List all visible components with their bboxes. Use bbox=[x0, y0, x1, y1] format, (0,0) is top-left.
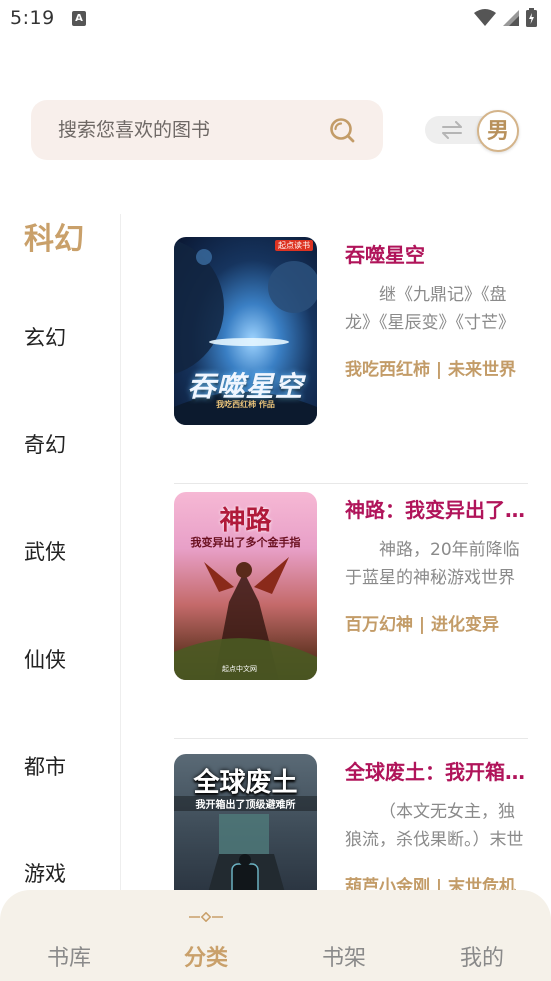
tab-library[interactable]: 书库 bbox=[29, 940, 109, 972]
tab-category[interactable]: 分类 bbox=[166, 940, 246, 972]
category-item-xianxia[interactable]: 仙侠 bbox=[24, 644, 66, 674]
tab-indicator-icon bbox=[189, 912, 223, 922]
search-input[interactable] bbox=[58, 100, 308, 160]
book-description: （本文无女主，独狼流，杀伐果断。）末世 bbox=[345, 802, 524, 850]
category-item-wuxia[interactable]: 武侠 bbox=[24, 536, 66, 566]
book-separator bbox=[174, 483, 528, 484]
category-item-fantasy[interactable]: 奇幻 bbox=[24, 429, 66, 459]
book-card[interactable]: 全球废土 我开箱出了顶级避难所 全球废土：我开箱出了顶级避难所 （本文无女主，独… bbox=[121, 754, 551, 890]
category-item-scifi[interactable]: 科幻 bbox=[24, 214, 84, 258]
book-separator bbox=[174, 738, 528, 739]
cover-title: 全球废土 bbox=[193, 768, 298, 798]
category-list: 科幻 玄幻 奇幻 武侠 仙侠 都市 游戏 bbox=[0, 210, 120, 890]
signal-icon bbox=[503, 9, 519, 26]
category-item-game[interactable]: 游戏 bbox=[24, 858, 66, 888]
notification-icon: A bbox=[72, 11, 86, 26]
book-list[interactable]: 起点读书 吞噬星空 我吃西红柿 作品 吞噬星空 继《九鼎记》《盘龙》《星辰变》《… bbox=[121, 214, 551, 890]
battery-icon bbox=[526, 8, 537, 27]
book-tags: 葫芦小金刚 | 末世危机 bbox=[345, 877, 517, 890]
book-tags: 百万幻神 | 进化变异 bbox=[345, 615, 500, 635]
cover-title: 神路 bbox=[219, 506, 272, 536]
cover-author: 我吃西红柿 作品 bbox=[216, 400, 275, 409]
cover-subtitle: 我变异出了多个金手指 bbox=[190, 536, 301, 549]
tab-bookshelf[interactable]: 书架 bbox=[304, 940, 384, 972]
book-card[interactable]: 神路 我变异出了多个金手指 起点中文网 神路：我变异出了多个金手指 神路，20年… bbox=[121, 492, 551, 739]
book-cover[interactable]: 起点读书 吞噬星空 我吃西红柿 作品 bbox=[174, 237, 317, 425]
book-title[interactable]: 吞噬星空 bbox=[345, 239, 525, 268]
status-time: 5:19 bbox=[10, 7, 55, 29]
book-title[interactable]: 神路：我变异出了多个金手指 bbox=[345, 494, 525, 523]
book-cover[interactable]: 全球废土 我开箱出了顶级避难所 bbox=[174, 754, 317, 890]
cover-publisher: 起点读书 bbox=[275, 240, 313, 251]
cover-subtitle: 我开箱出了顶级避难所 bbox=[174, 796, 317, 811]
book-description: 神路，20年前降临于蓝星的神秘游戏世界 bbox=[345, 540, 520, 588]
category-item-urban[interactable]: 都市 bbox=[24, 751, 66, 781]
swap-icon bbox=[442, 121, 462, 139]
status-bar: 5:19 A bbox=[0, 0, 551, 38]
book-cover[interactable]: 神路 我变异出了多个金手指 起点中文网 bbox=[174, 492, 317, 680]
cover-publisher: 起点中文网 bbox=[222, 665, 257, 673]
book-tags: 我吃西红柿 | 未来世界 bbox=[345, 360, 517, 380]
category-item-xuanhuan[interactable]: 玄幻 bbox=[24, 322, 66, 352]
search-icon[interactable] bbox=[329, 117, 355, 143]
book-title[interactable]: 全球废土：我开箱出了顶级避难所 bbox=[345, 756, 525, 785]
book-description: 继《九鼎记》《盘龙》《星辰变》《寸芒》 bbox=[345, 285, 515, 333]
wifi-icon bbox=[474, 8, 496, 26]
search-box[interactable] bbox=[31, 100, 383, 160]
book-card[interactable]: 起点读书 吞噬星空 我吃西红柿 作品 吞噬星空 继《九鼎记》《盘龙》《星辰变》《… bbox=[121, 237, 551, 484]
bottom-nav: 书库 分类 书架 我的 bbox=[0, 890, 551, 981]
status-indicators bbox=[474, 8, 537, 27]
gender-badge[interactable]: 男 bbox=[477, 110, 519, 152]
tab-mine[interactable]: 我的 bbox=[442, 940, 522, 972]
